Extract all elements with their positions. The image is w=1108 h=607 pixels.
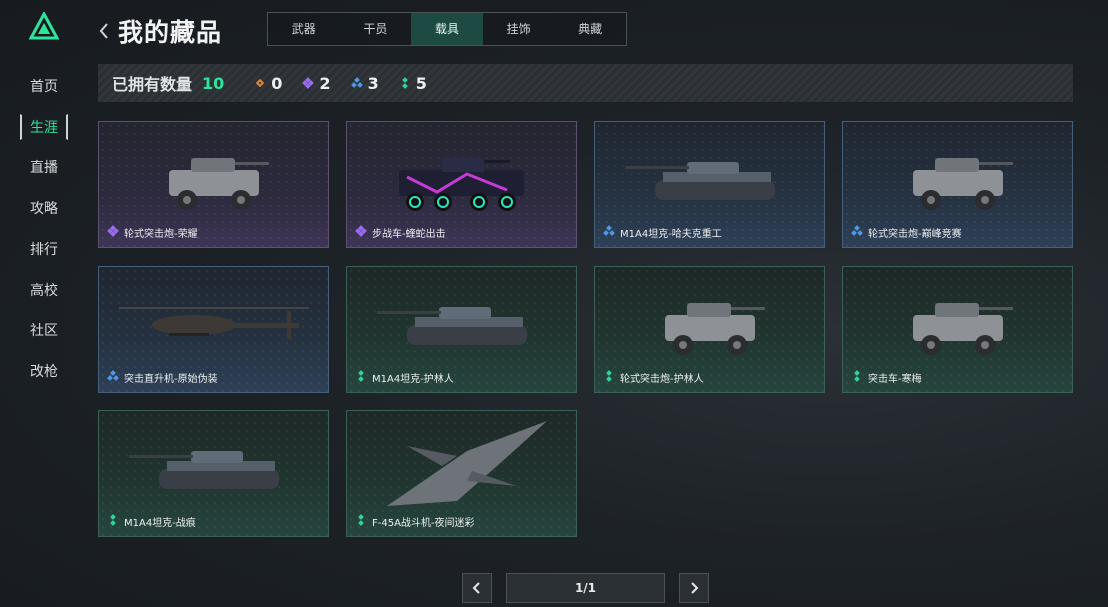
rarity-count: 3 bbox=[367, 73, 379, 93]
back-arrow-icon[interactable] bbox=[96, 20, 112, 42]
category-tabs: 武器 干员 载具 挂饰 典藏 bbox=[267, 12, 627, 46]
item-name: 轮式突击炮-巅峰竞赛 bbox=[868, 229, 962, 240]
sidebar: 首页 生涯 直播 攻略 排行 高校 社区 改枪 bbox=[0, 0, 90, 607]
rarity-stat-purple: 2 bbox=[302, 73, 331, 93]
purple-diamond-icon bbox=[302, 77, 315, 89]
green-rarity-icon bbox=[355, 514, 372, 529]
collection-card[interactable]: 轮式突击炮-巅峰竞赛 bbox=[842, 121, 1073, 248]
prev-page-button[interactable] bbox=[462, 573, 492, 603]
vehicle-image bbox=[99, 267, 328, 367]
nav-item-college[interactable]: 高校 bbox=[20, 278, 68, 304]
rarity-count: 2 bbox=[319, 73, 331, 93]
card-label: M1A4坦克-战痕 bbox=[107, 514, 196, 529]
green-rarity-icon bbox=[355, 370, 372, 385]
item-name: F-45A战斗机-夜间迷彩 bbox=[372, 518, 475, 529]
card-label: M1A4坦克-护林人 bbox=[355, 370, 454, 385]
green-rarity-icon bbox=[107, 514, 124, 529]
vehicle-image bbox=[843, 267, 1072, 367]
owned-label: 已拥有数量 bbox=[112, 75, 193, 94]
card-label: 突击直升机-原始伪装 bbox=[107, 370, 218, 385]
green-rarity-icon bbox=[851, 370, 868, 385]
owned-count: 10 bbox=[202, 73, 225, 93]
card-label: 轮式突击炮-荣耀 bbox=[107, 225, 198, 240]
owned-stats-bar: 已拥有数量 10 0 2 3 5 bbox=[98, 64, 1073, 102]
purple-rarity-icon bbox=[107, 225, 124, 240]
orange-diamond-icon bbox=[256, 78, 265, 88]
card-label: 轮式突击炮-护林人 bbox=[603, 370, 704, 385]
vehicle-image bbox=[347, 122, 576, 222]
tab-collection[interactable]: 典藏 bbox=[554, 13, 626, 45]
vehicle-image bbox=[843, 122, 1072, 222]
tab-charms[interactable]: 挂饰 bbox=[483, 13, 555, 45]
collection-card[interactable]: 步战车-蝰蛇出击 bbox=[346, 121, 577, 248]
blue-rarity-icon bbox=[107, 370, 124, 385]
nav-item-live[interactable]: 直播 bbox=[20, 155, 68, 181]
nav-item-guides[interactable]: 攻略 bbox=[20, 196, 68, 222]
collection-card[interactable]: 突击车-寒梅 bbox=[842, 266, 1073, 393]
item-name: M1A4坦克-哈夫克重工 bbox=[620, 229, 722, 240]
page-title: 我的藏品 bbox=[118, 18, 223, 47]
card-label: F-45A战斗机-夜间迷彩 bbox=[355, 514, 475, 529]
tab-operators[interactable]: 干员 bbox=[340, 13, 412, 45]
collection-card[interactable]: F-45A战斗机-夜间迷彩 bbox=[346, 410, 577, 537]
nav-item-ranking[interactable]: 排行 bbox=[20, 237, 68, 263]
nav-item-gunsmith[interactable]: 改枪 bbox=[20, 359, 68, 385]
green-rarity-icon bbox=[603, 370, 620, 385]
collection-card[interactable]: 突击直升机-原始伪装 bbox=[98, 266, 329, 393]
item-name: M1A4坦克-护林人 bbox=[372, 374, 454, 385]
chevron-right-icon bbox=[691, 582, 699, 594]
page-indicator: 1/1 bbox=[506, 573, 665, 603]
nav-item-home[interactable]: 首页 bbox=[20, 74, 68, 100]
tab-weapons[interactable]: 武器 bbox=[268, 13, 340, 45]
card-label: 突击车-寒梅 bbox=[851, 370, 922, 385]
rarity-count: 5 bbox=[415, 73, 427, 93]
collection-card[interactable]: 轮式突击炮-护林人 bbox=[594, 266, 825, 393]
item-name: 轮式突击炮-护林人 bbox=[620, 374, 704, 385]
card-label: 轮式突击炮-巅峰竞赛 bbox=[851, 225, 962, 240]
vehicle-image bbox=[347, 411, 576, 511]
blue-rarity-icon bbox=[603, 225, 620, 240]
nav-item-community[interactable]: 社区 bbox=[20, 318, 68, 344]
item-name: 轮式突击炮-荣耀 bbox=[124, 229, 198, 240]
rarity-stat-orange: 0 bbox=[254, 74, 282, 93]
vehicle-image bbox=[99, 411, 328, 511]
vehicle-image bbox=[595, 267, 824, 367]
collection-card[interactable]: M1A4坦克-哈夫克重工 bbox=[594, 121, 825, 248]
vehicle-image bbox=[99, 122, 328, 222]
green-dots-icon bbox=[401, 77, 408, 89]
blue-rarity-icon bbox=[851, 225, 868, 240]
collection-card[interactable]: M1A4坦克-战痕 bbox=[98, 410, 329, 537]
item-name: 步战车-蝰蛇出击 bbox=[372, 229, 446, 240]
item-name: M1A4坦克-战痕 bbox=[124, 518, 196, 529]
purple-rarity-icon bbox=[355, 225, 372, 240]
rarity-count: 0 bbox=[271, 73, 283, 93]
logo-icon bbox=[29, 12, 59, 40]
card-label: M1A4坦克-哈夫克重工 bbox=[603, 225, 722, 240]
collection-card[interactable]: 轮式突击炮-荣耀 bbox=[98, 121, 329, 248]
vehicle-image bbox=[595, 122, 824, 222]
item-name: 突击直升机-原始伪装 bbox=[124, 374, 218, 385]
collection-card[interactable]: M1A4坦克-护林人 bbox=[346, 266, 577, 393]
item-name: 突击车-寒梅 bbox=[868, 374, 922, 385]
next-page-button[interactable] bbox=[679, 573, 709, 603]
chevron-left-icon bbox=[472, 582, 480, 594]
rarity-stat-blue: 3 bbox=[350, 73, 379, 93]
card-label: 步战车-蝰蛇出击 bbox=[355, 225, 446, 240]
tab-vehicles[interactable]: 载具 bbox=[411, 13, 483, 45]
rarity-stat-green: 5 bbox=[399, 74, 427, 93]
nav-item-career[interactable]: 生涯 bbox=[20, 114, 68, 140]
vehicle-image bbox=[347, 267, 576, 367]
blue-diamond-icon bbox=[350, 77, 363, 88]
